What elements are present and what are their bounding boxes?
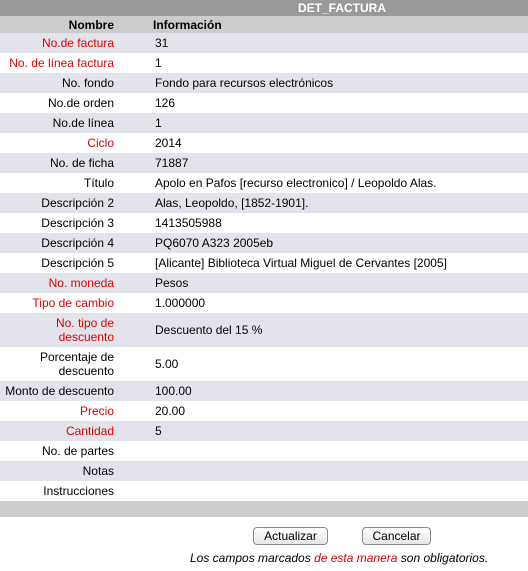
table-row: Instrucciones bbox=[0, 481, 528, 501]
field-value: [Alicante] Biblioteca Virtual Miguel de … bbox=[155, 256, 447, 270]
table-row: Ciclo 2014 bbox=[0, 133, 528, 153]
field-label: Tipo de cambio bbox=[32, 296, 114, 310]
field-label: No. tipo de descuento bbox=[55, 316, 114, 344]
field-label: Descripción 4 bbox=[41, 236, 114, 250]
field-label: No.de factura bbox=[41, 36, 114, 50]
field-value: Fondo para recursos electrónicos bbox=[155, 76, 334, 90]
field-value: 1 bbox=[155, 56, 162, 70]
field-value: 2014 bbox=[155, 136, 182, 150]
field-label: No.de orden bbox=[47, 96, 114, 110]
field-label: Descripción 3 bbox=[41, 216, 114, 230]
field-value bbox=[150, 461, 528, 481]
field-label: No.de línea bbox=[52, 116, 114, 130]
field-label: Descripción 2 bbox=[41, 196, 114, 210]
field-label: No. de línea factura bbox=[9, 56, 114, 70]
field-value: PQ6070 A323 2005eb bbox=[155, 236, 274, 250]
field-label: Monto de descuento bbox=[5, 384, 114, 398]
note-text-after: son obligatorios. bbox=[397, 551, 489, 565]
table-row: Tipo de cambio 1.000000 bbox=[0, 293, 528, 313]
field-value: 1.000000 bbox=[155, 296, 206, 310]
table-row: No. de ficha 71887 bbox=[0, 153, 528, 173]
field-value bbox=[150, 481, 528, 501]
field-value: Descuento del 15 % bbox=[155, 323, 263, 337]
table-row: Título Apolo en Pafos [recurso electronic… bbox=[0, 173, 528, 193]
table-row: Monto de descuento 100.00 bbox=[0, 381, 528, 401]
field-value: 20.00 bbox=[155, 404, 186, 418]
table-row: No. de partes bbox=[0, 441, 528, 461]
table-row: Descripción 4 PQ6070 A323 2005eb bbox=[0, 233, 528, 253]
field-label: Instrucciones bbox=[43, 484, 114, 498]
required-fields-note: Los campos marcados de esta manera son o… bbox=[190, 551, 528, 565]
field-value: 100.00 bbox=[155, 384, 192, 398]
field-value: 31 bbox=[155, 36, 169, 50]
table-row: Descripción 5 [Alicante] Biblioteca Virtu… bbox=[0, 253, 528, 273]
field-value bbox=[150, 441, 528, 461]
table-row: No. de línea factura 1 bbox=[0, 53, 528, 73]
record-table: Nombre Información No.de factura 31 No. de… bbox=[0, 16, 528, 517]
field-value: Apolo en Pafos [recurso electronico] / L… bbox=[155, 176, 437, 190]
field-value: 5.00 bbox=[155, 357, 179, 371]
table-row: Notas bbox=[0, 461, 528, 481]
column-header-info: Información bbox=[153, 17, 222, 32]
field-label: Título bbox=[83, 176, 114, 190]
field-label: No. de partes bbox=[41, 444, 114, 458]
field-label: No. de ficha bbox=[49, 156, 114, 170]
field-value: Pesos bbox=[155, 276, 189, 290]
field-value: 5 bbox=[155, 424, 162, 438]
cancel-button[interactable]: Cancelar bbox=[362, 527, 431, 545]
field-value: 1413505988 bbox=[155, 216, 222, 230]
field-label: Notas bbox=[82, 464, 114, 478]
table-row: Descripción 3 1413505988 bbox=[0, 213, 528, 233]
page-title: DET_FACTURA bbox=[297, 1, 386, 15]
field-label: No. fondo bbox=[61, 76, 114, 90]
table-row: No. moneda Pesos bbox=[0, 273, 528, 293]
table-row: Porcentaje de descuento 5.00 bbox=[0, 347, 528, 381]
column-header-name: Nombre bbox=[68, 17, 114, 32]
table-row: Descripción 2 Alas, Leopoldo, [1852-1901]… bbox=[0, 193, 528, 213]
field-label: No. moneda bbox=[48, 276, 114, 290]
field-value: 126 bbox=[155, 96, 176, 110]
field-label: Descripción 5 bbox=[41, 256, 114, 270]
table-row: No. tipo de descuento Descuento del 15 % bbox=[0, 313, 528, 347]
field-label: Precio bbox=[79, 404, 114, 418]
title-bar: DET_FACTURA bbox=[0, 0, 528, 16]
table-row: Precio 20.00 bbox=[0, 401, 528, 421]
column-header-row: Nombre Información bbox=[0, 16, 528, 33]
table-row: No.de línea 1 bbox=[0, 113, 528, 133]
table-row: No.de orden 126 bbox=[0, 93, 528, 113]
table-footer-cell bbox=[0, 501, 528, 517]
field-value: Alas, Leopoldo, [1852-1901]. bbox=[155, 196, 309, 210]
field-label: Cantidad bbox=[65, 424, 114, 438]
table-footer-bar bbox=[0, 501, 528, 517]
table-row: Cantidad 5 bbox=[0, 421, 528, 441]
update-button[interactable]: Actualizar bbox=[253, 527, 328, 545]
table-row: No.de factura 31 bbox=[0, 33, 528, 53]
field-value: 71887 bbox=[155, 156, 189, 170]
table-row: No. fondo Fondo para recursos electrónico… bbox=[0, 73, 528, 93]
field-label: Porcentaje de descuento bbox=[39, 350, 114, 378]
field-value: 1 bbox=[155, 116, 162, 130]
note-text-before: Los campos marcados bbox=[190, 551, 315, 565]
note-required-sample: de esta manera bbox=[314, 551, 398, 565]
field-label: Ciclo bbox=[87, 136, 114, 150]
